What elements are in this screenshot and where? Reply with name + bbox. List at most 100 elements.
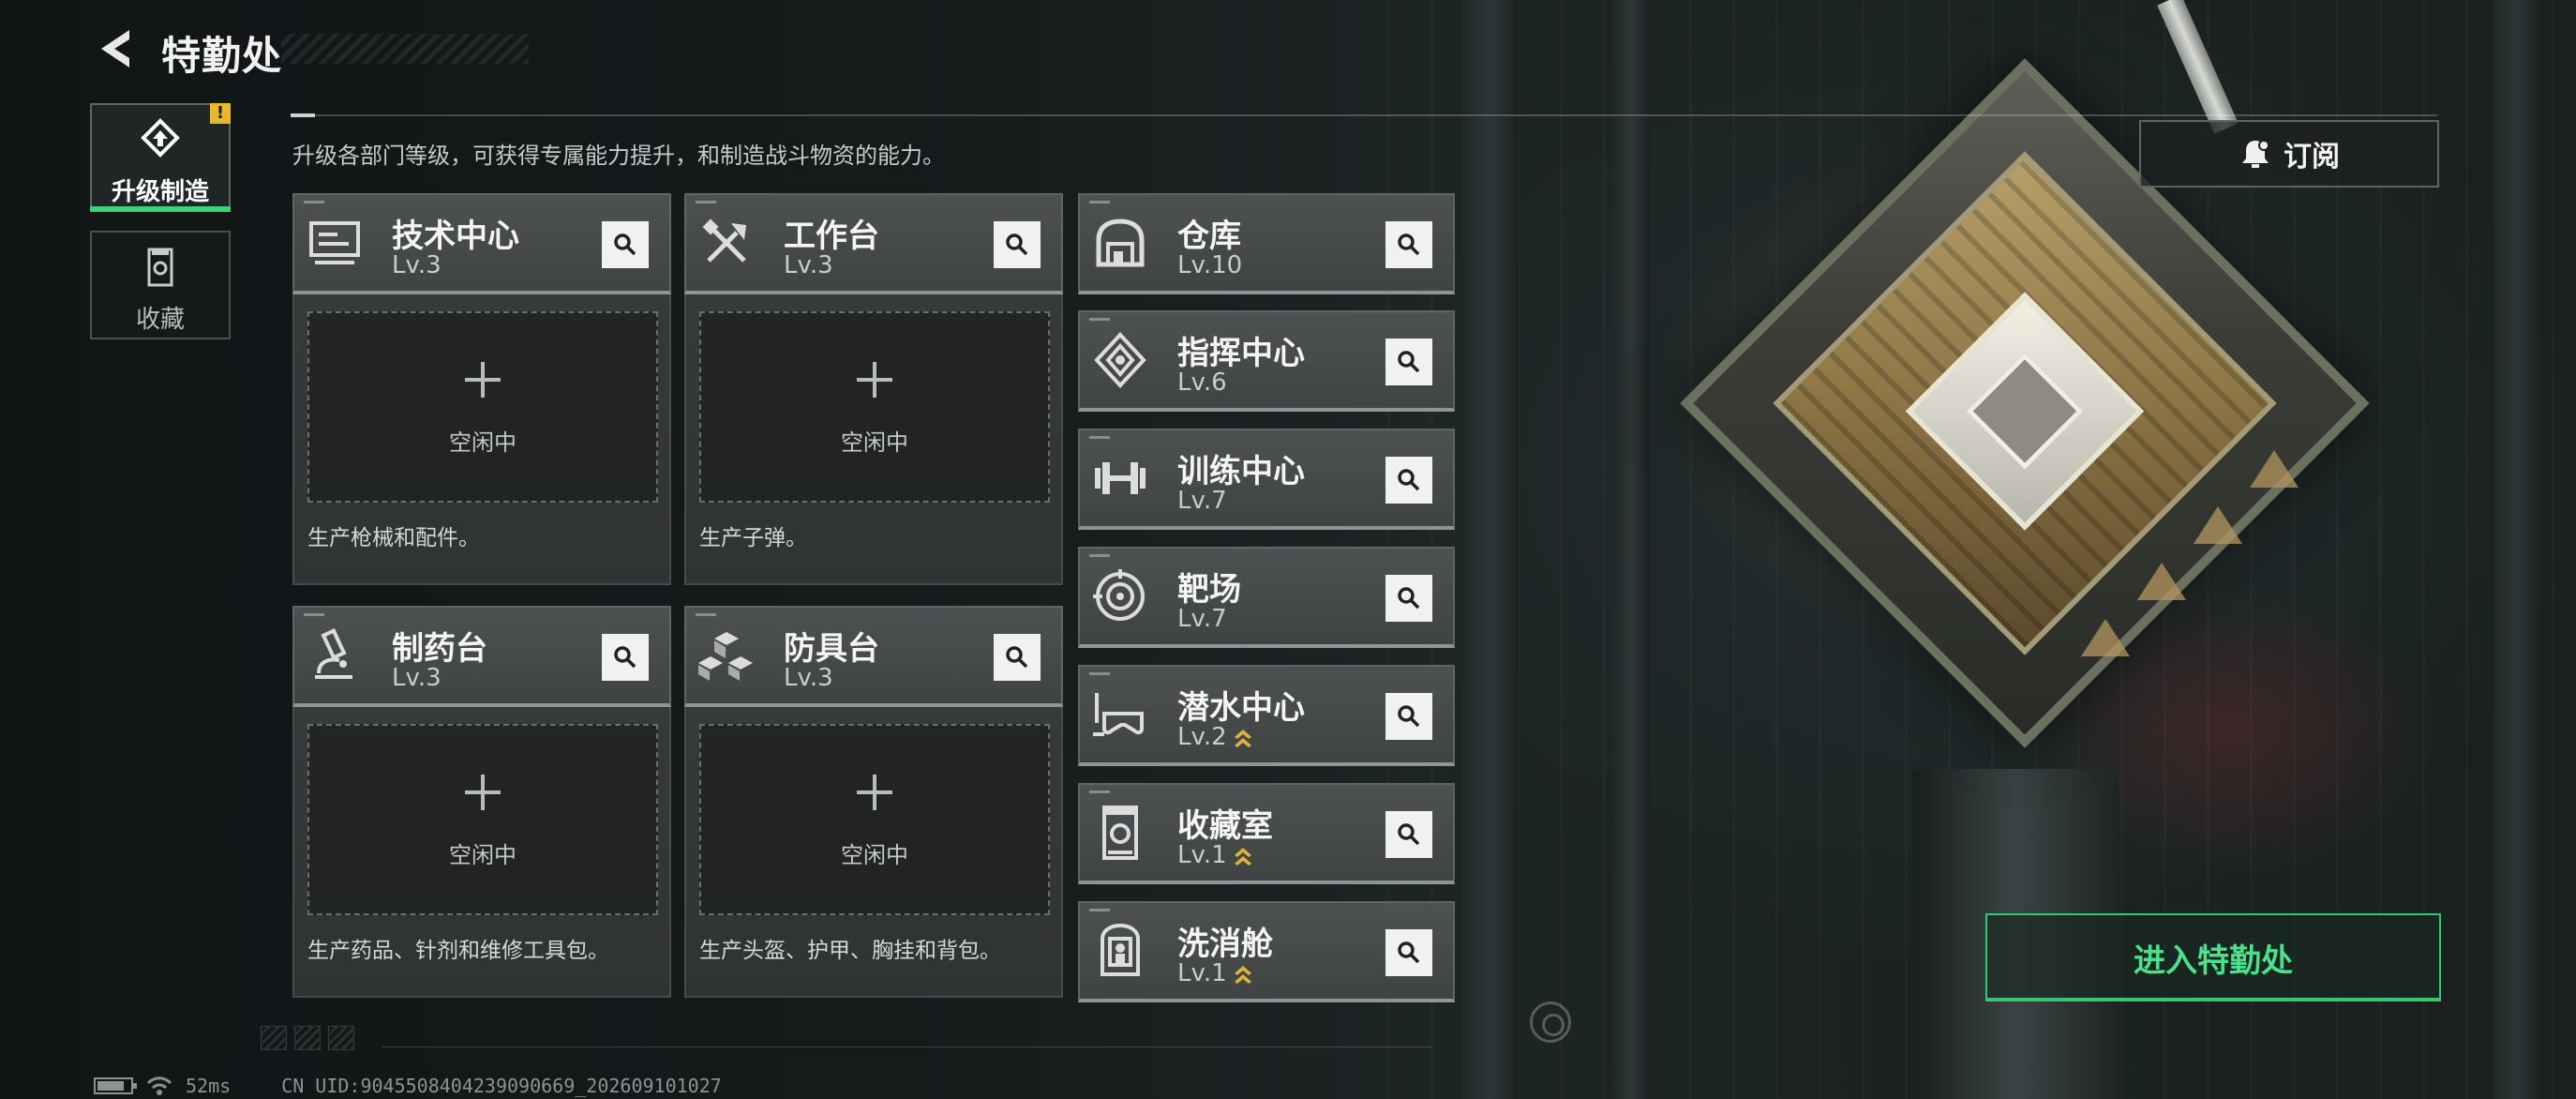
command-icon [1094, 332, 1146, 388]
workshop-description: 生产药品、针剂和维修工具包。 [307, 939, 609, 963]
facility-name: 训练中心 [1177, 453, 1305, 490]
search-button[interactable] [994, 634, 1041, 681]
search-button[interactable] [1385, 811, 1432, 858]
divider [291, 113, 2437, 117]
facility-level: Lv.2 [1177, 723, 1227, 751]
workshop-name: 制药台 [392, 630, 487, 668]
search-icon [1398, 469, 1420, 491]
workshop-level: Lv.3 [784, 664, 833, 692]
collection-icon [1102, 805, 1138, 860]
search-button[interactable] [1385, 457, 1432, 504]
workshop-description: 生产头盔、护甲、胸挂和背包。 [699, 939, 1001, 963]
facility-name: 潜水中心 [1177, 689, 1305, 727]
search-button[interactable] [1385, 221, 1432, 268]
production-slot[interactable]: 空闲中 [699, 311, 1050, 503]
workshop-level: Lv.3 [784, 251, 833, 279]
production-slot[interactable]: 空闲中 [307, 724, 658, 915]
upgrade-chevron-icon [1234, 966, 1251, 984]
search-button[interactable] [1385, 693, 1432, 740]
search-button[interactable] [1385, 929, 1432, 976]
upgrade-chevron-icon [1234, 730, 1251, 747]
search-icon [614, 233, 637, 256]
microscope-icon [315, 628, 352, 679]
tools-icon [702, 218, 746, 263]
search-icon [1398, 823, 1420, 846]
tab-label: 升级制造 [111, 178, 209, 206]
enter-label: 进入特勤处 [2134, 941, 2293, 980]
plus-icon [857, 775, 892, 810]
info-hint: 升级各部门等级，可获得专属能力提升，和制造战斗物资的能力。 [292, 143, 945, 169]
workshop-card-workbench[interactable]: 工作台 Lv.3 [684, 193, 1063, 294]
facility-card-training-center[interactable]: 训练中心 Lv.7 [1078, 429, 1455, 530]
search-button[interactable] [602, 221, 649, 268]
upgrade-gear-icon [141, 118, 180, 158]
workshop-card-tech-center[interactable]: 技术中心 Lv.3 [292, 193, 671, 294]
facility-card-warehouse[interactable]: 仓库 Lv.10 [1078, 193, 1455, 294]
bottom-decoration [261, 1026, 1432, 1050]
monitor-icon [309, 221, 360, 264]
facility-card-diving-center[interactable]: 潜水中心 Lv.2 [1078, 665, 1455, 766]
production-slot[interactable]: 空闲中 [307, 311, 658, 503]
back-arrow-icon [101, 30, 129, 68]
enter-special-ops-button[interactable]: 进入特勤处 [1985, 913, 2441, 1001]
slot-status: 空闲中 [449, 842, 517, 868]
wifi-icon [146, 1076, 172, 1095]
upgrade-chevron-icon [1234, 848, 1251, 866]
search-button[interactable] [1385, 339, 1432, 385]
production-slot[interactable]: 空闲中 [699, 724, 1050, 915]
workshop-panel: 空闲中 生产子弹。 [684, 294, 1063, 585]
facility-card-decontamination-pod[interactable]: 洗消舱 Lv.1 [1078, 901, 1455, 1002]
search-icon [1398, 705, 1420, 728]
title-decoration [281, 34, 529, 64]
background-pillar [2494, 0, 2540, 1099]
facility-name: 靶场 [1177, 571, 1241, 609]
workshop-level: Lv.3 [392, 664, 442, 692]
tab-collection[interactable]: 收藏 [90, 231, 231, 339]
facility-card-command-center[interactable]: 指挥中心 Lv.6 [1078, 310, 1455, 412]
armor-blocks-icon [698, 632, 753, 681]
workshop-name: 技术中心 [392, 218, 519, 255]
facility-level: Lv.1 [1177, 841, 1227, 869]
workshop-panel: 空闲中 生产头盔、护甲、胸挂和背包。 [684, 707, 1063, 998]
target-icon [1093, 569, 1145, 621]
workshop-name: 防具台 [784, 630, 879, 668]
facility-name: 收藏室 [1177, 807, 1273, 845]
search-icon [1398, 351, 1420, 373]
facility-name: 指挥中心 [1177, 335, 1305, 372]
plus-icon [465, 775, 501, 810]
diving-mask-icon [1093, 693, 1144, 736]
slot-status: 空闲中 [841, 842, 908, 868]
tab-upgrade-manufacture[interactable]: 升级制造 ! [90, 103, 231, 212]
facility-level: Lv.7 [1177, 605, 1227, 633]
collection-case-icon [147, 248, 173, 287]
dumbbell-icon [1095, 462, 1146, 494]
workshop-card-armor[interactable]: 防具台 Lv.3 [684, 606, 1063, 707]
alert-badge: ! [210, 103, 231, 124]
subscribe-button[interactable]: 订阅 [2139, 120, 2439, 188]
battery-icon [94, 1077, 137, 1094]
facility-level: Lv.10 [1177, 251, 1243, 279]
back-button[interactable] [94, 26, 135, 71]
search-button[interactable] [1385, 575, 1432, 622]
facility-card-collection-room[interactable]: 收藏室 Lv.1 [1078, 783, 1455, 884]
slot-status: 空闲中 [449, 429, 517, 456]
subscribe-label: 订阅 [2284, 141, 2340, 173]
background-pillar [1612, 0, 1650, 1099]
workshop-description: 生产子弹。 [699, 526, 807, 550]
facility-level: Lv.1 [1177, 959, 1227, 987]
user-uid: CN UID:904550840423909066​9_202609101027 [281, 1075, 722, 1097]
search-icon [1006, 233, 1028, 256]
workshop-name: 工作台 [784, 218, 879, 255]
facility-card-shooting-range[interactable]: 靶场 Lv.7 [1078, 547, 1455, 648]
facility-level: Lv.6 [1177, 369, 1227, 397]
workshop-card-pharmacy[interactable]: 制药台 Lv.3 [292, 606, 671, 707]
search-icon [1398, 233, 1420, 256]
search-button[interactable] [994, 221, 1041, 268]
search-button[interactable] [602, 634, 649, 681]
workshop-panel: 空闲中 生产枪械和配件。 [292, 294, 671, 585]
workshop-level: Lv.3 [392, 251, 442, 279]
bell-icon [2242, 140, 2269, 168]
search-icon [1398, 587, 1420, 610]
search-icon [1006, 646, 1028, 669]
facility-name: 洗消舱 [1177, 926, 1273, 963]
